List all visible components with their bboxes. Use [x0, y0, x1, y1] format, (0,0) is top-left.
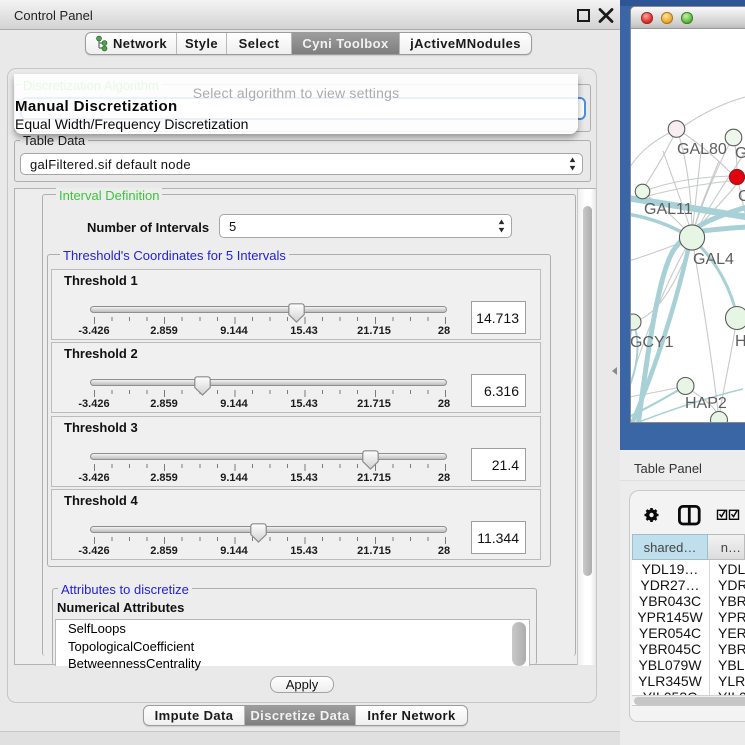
svg-text:GCY1: GCY1 [631, 334, 674, 351]
svg-text:GA: GA [735, 145, 745, 162]
svg-text:HAP2: HAP2 [685, 395, 727, 412]
svg-text:HI: HI [735, 333, 745, 350]
svg-text:GAL4: GAL4 [693, 251, 734, 268]
svg-text:GAL11: GAL11 [644, 201, 693, 218]
svg-text:GAL80: GAL80 [677, 141, 727, 158]
svg-text:C: C [738, 188, 745, 205]
